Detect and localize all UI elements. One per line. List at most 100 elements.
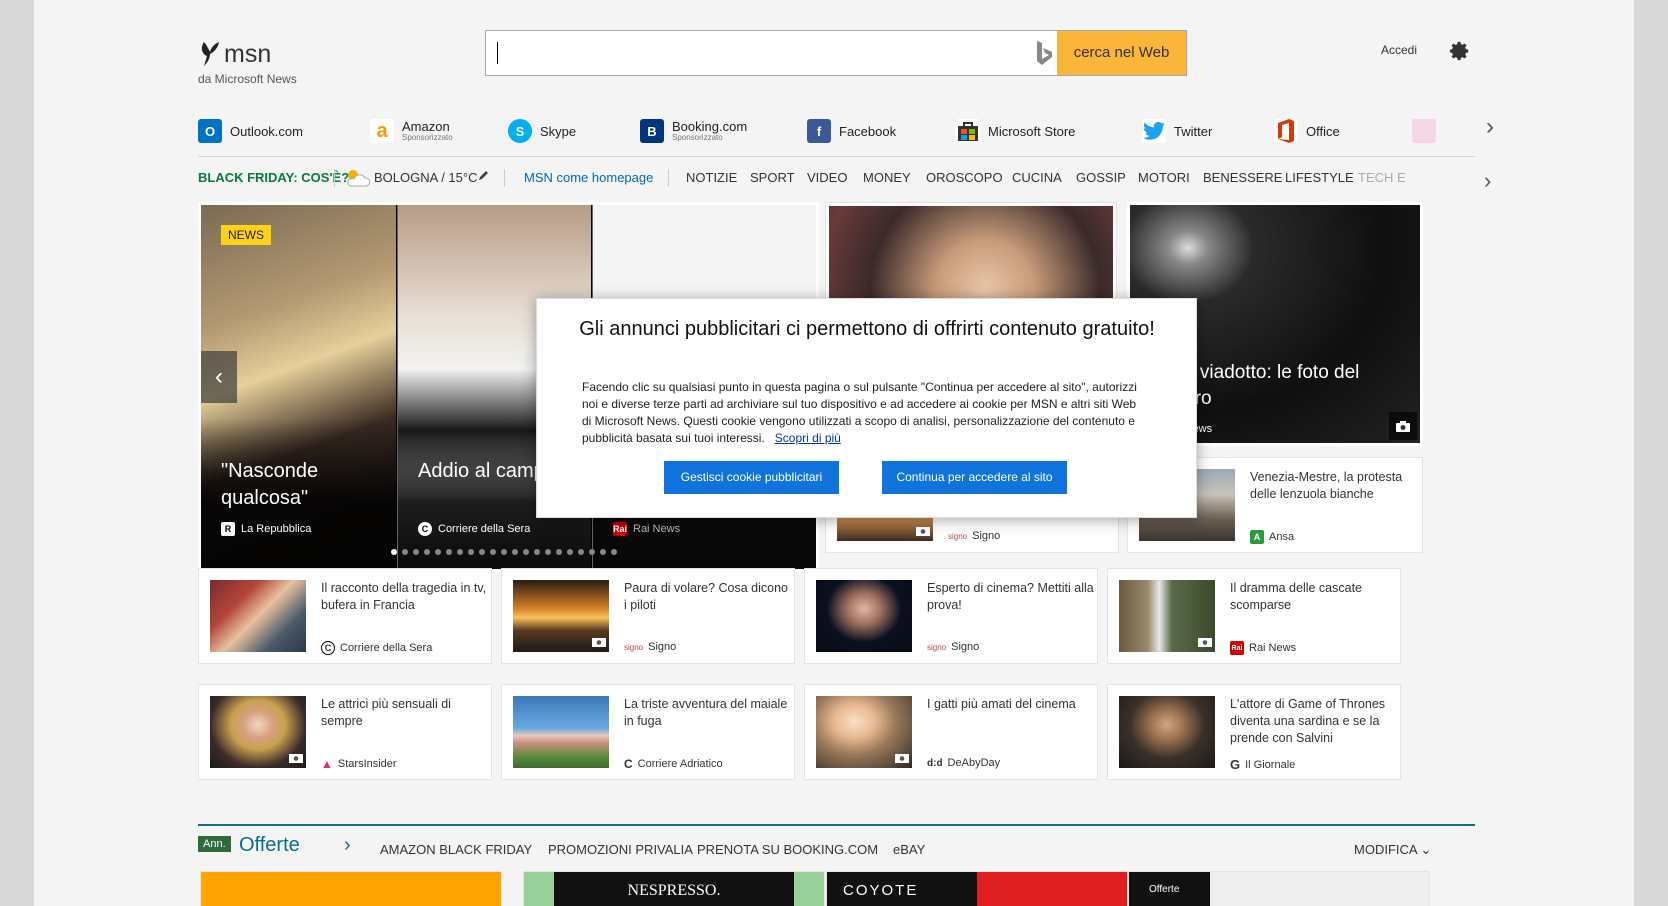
carousel-dot[interactable] <box>391 549 397 555</box>
hero-slide[interactable]: NEWS "Nasconde qualcosa" R La Repubblica … <box>201 205 396 569</box>
nav-notizie[interactable]: NOTIZIE <box>686 170 737 185</box>
chevron-right-icon[interactable]: › <box>1484 168 1491 194</box>
carousel-dot[interactable] <box>468 549 474 555</box>
ad-badge: Ann. <box>198 836 231 852</box>
pencil-icon[interactable] <box>478 169 490 181</box>
microsoft-store-icon <box>956 119 980 143</box>
search-input[interactable] <box>496 39 1096 67</box>
story-source: d:d DeAbyDay <box>927 757 1001 769</box>
black-friday-link[interactable]: BLACK FRIDAY: COS'È? <box>198 170 349 185</box>
carousel-dot[interactable] <box>413 549 419 555</box>
nav-benessere[interactable]: BENESSERE <box>1203 170 1282 185</box>
camera-icon <box>1198 638 1212 647</box>
carousel-dot[interactable] <box>446 549 452 555</box>
chevron-right-icon[interactable]: › <box>344 834 351 857</box>
carousel-dot[interactable] <box>534 549 540 555</box>
story-title: La triste avventura del maiale in fuga <box>624 697 788 728</box>
quicklink-label: Microsoft Store <box>988 123 1076 139</box>
nav-sport[interactable]: SPORT <box>750 170 795 185</box>
offers-title[interactable]: Offerte <box>239 834 300 857</box>
story-card[interactable]: Le attrici più sensuali di sempre ▲ Stars… <box>198 684 492 780</box>
continue-button[interactable]: Continua per accedere al sito <box>882 461 1067 494</box>
story-card[interactable]: I gatti più amati del cinema d:d DeAbyDay <box>804 684 1098 780</box>
carousel-dot[interactable] <box>556 549 562 555</box>
offer-link[interactable]: PRENOTA SU BOOKING.COM <box>697 842 878 857</box>
quicklink-label: Outlook.com <box>230 123 303 139</box>
story-title: Esperto di cinema? Mettiti alla prova! <box>927 581 1094 612</box>
carousel-dot[interactable] <box>479 549 485 555</box>
amazon-icon: a <box>370 119 394 143</box>
divider <box>668 169 669 187</box>
carousel-prev-button[interactable]: ‹ <box>201 351 237 403</box>
modify-dropdown[interactable]: MODIFICA ⌄ <box>1354 842 1431 858</box>
quicklink-skype[interactable]: S Skype <box>508 113 576 149</box>
manage-cookies-button[interactable]: Gestisci cookie pubblicitari <box>664 461 839 494</box>
quicklink-label: Amazon Sponsorizzato <box>402 119 453 142</box>
office-icon <box>1274 119 1298 143</box>
nav-cucina[interactable]: CUCINA <box>1012 170 1062 185</box>
dialog-title: Gli annunci pubblicitari ci permettono d… <box>579 318 1155 340</box>
quicklink-outlook[interactable]: O Outlook.com <box>198 113 303 149</box>
il-giornale-icon: G <box>1230 757 1241 772</box>
camera-icon <box>895 754 909 763</box>
story-card[interactable]: Il racconto della tragedia in tv, bufera… <box>198 568 492 664</box>
offer-link[interactable]: PROMOZIONI PRIVALIA <box>548 842 693 857</box>
deabyday-icon: d:d <box>927 757 943 769</box>
story-card[interactable]: L'attore di Game of Thrones diventa una … <box>1107 684 1401 780</box>
quicklink-amazon[interactable]: a Amazon Sponsorizzato <box>370 113 453 149</box>
nav-lifestyle[interactable]: LIFESTYLE <box>1285 170 1354 185</box>
learn-more-link[interactable]: Scopri di più <box>775 431 841 445</box>
search-web-button[interactable]: cerca nel Web <box>1057 31 1186 75</box>
story-thumbnail <box>513 696 609 768</box>
quicklink-twitter[interactable]: Twitter <box>1142 113 1212 149</box>
nav-oroscopo[interactable]: OROSCOPO <box>926 170 1003 185</box>
quicklink-office[interactable]: Office <box>1274 113 1340 149</box>
outlook-icon: O <box>198 119 222 143</box>
carousel-dot[interactable] <box>457 549 463 555</box>
offer-tile[interactable]: COYOTE <box>826 871 1128 906</box>
msn-homepage-link[interactable]: MSN come homepage <box>524 170 653 185</box>
quicklink-partial[interactable] <box>1412 113 1436 149</box>
offer-link[interactable]: eBAY <box>893 842 925 857</box>
carousel-dot[interactable] <box>611 549 617 555</box>
offer-tile[interactable]: Offerte <box>1128 871 1430 906</box>
carousel-dot[interactable] <box>545 549 551 555</box>
story-card[interactable]: Il dramma delle cascate scomparse Rai Rai… <box>1107 568 1401 664</box>
offer-link[interactable]: AMAZON BLACK FRIDAY <box>380 842 532 857</box>
nav-money[interactable]: MONEY <box>863 170 911 185</box>
nav-motori[interactable]: MOTORI <box>1138 170 1190 185</box>
weather-label[interactable]: BOLOGNA / 15°C <box>374 170 477 185</box>
signin-link[interactable]: Accedi <box>1381 43 1417 57</box>
quicklink-label: Skype <box>540 123 577 139</box>
carousel-dot[interactable] <box>567 549 573 555</box>
carousel-dot[interactable] <box>501 549 507 555</box>
story-card[interactable]: Esperto di cinema? Mettiti alla prova! s… <box>804 568 1098 664</box>
carousel-dot[interactable] <box>523 549 529 555</box>
nav-tech-partial[interactable]: TECH E <box>1358 170 1406 185</box>
story-source: signo Signo <box>927 641 980 653</box>
story-title: Venezia-Mestre, la protesta delle lenzuo… <box>1250 470 1403 501</box>
offer-tile[interactable] <box>200 871 502 906</box>
carousel-dot[interactable] <box>435 549 441 555</box>
gear-icon[interactable] <box>1449 40 1471 62</box>
story-card[interactable]: Paura di volare? Cosa dicono i piloti si… <box>501 568 795 664</box>
quicklink-label: Twitter <box>1174 123 1213 139</box>
offer-tile[interactable]: NESPRESSO. <box>523 871 825 906</box>
nav-video[interactable]: VIDEO <box>807 170 847 185</box>
carousel-dot[interactable] <box>490 549 496 555</box>
signo-icon: signo <box>624 642 644 652</box>
carousel-dot[interactable] <box>600 549 606 555</box>
sponsor-label: Sponsorizzato <box>672 133 723 142</box>
story-card[interactable]: La triste avventura del maiale in fuga C… <box>501 684 795 780</box>
carousel-dot[interactable] <box>578 549 584 555</box>
carousel-dot[interactable] <box>512 549 518 555</box>
carousel-dot[interactable] <box>424 549 430 555</box>
quicklink-microsoft-store[interactable]: Microsoft Store <box>956 113 1075 149</box>
msn-logo[interactable]: msn da Microsoft News <box>198 36 378 96</box>
carousel-dot[interactable] <box>589 549 595 555</box>
quicklink-facebook[interactable]: f Facebook <box>807 113 896 149</box>
quicklink-booking[interactable]: B Booking.com Sponsorizzato <box>640 113 747 149</box>
carousel-dot[interactable] <box>402 549 408 555</box>
nav-gossip[interactable]: GOSSIP <box>1076 170 1126 185</box>
chevron-right-icon[interactable]: › <box>1486 115 1502 139</box>
